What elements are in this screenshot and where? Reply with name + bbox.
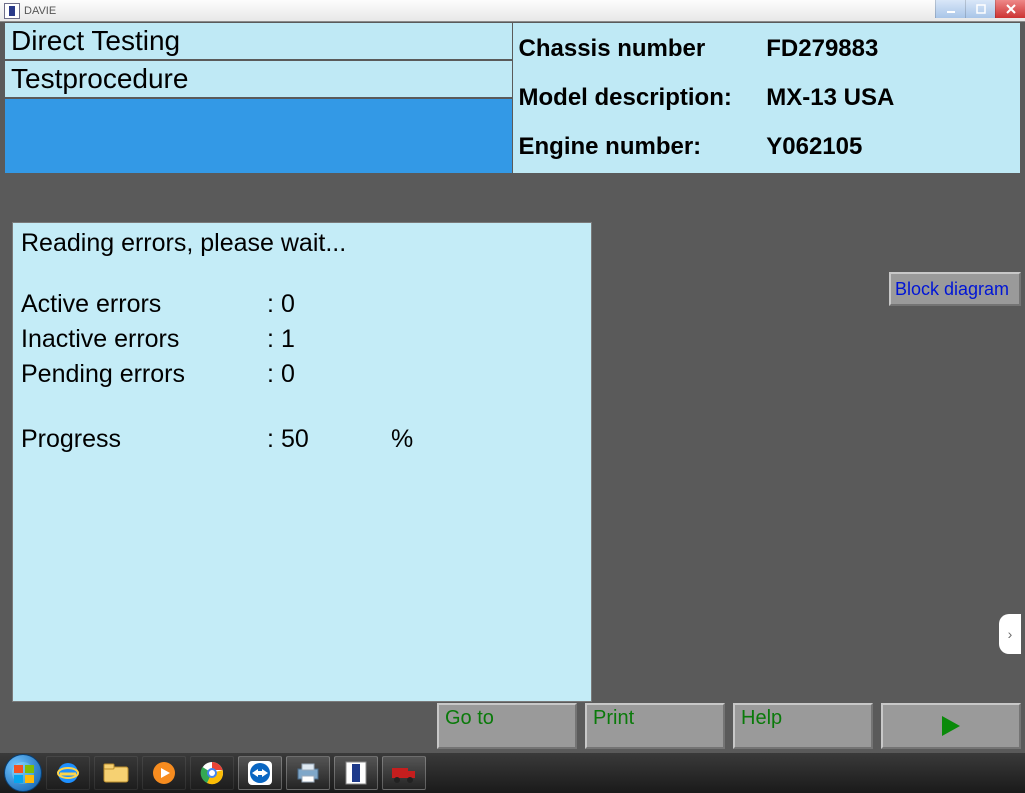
chevron-right-icon: › — [1008, 626, 1013, 642]
ie-icon — [55, 760, 81, 786]
window-titlebar: DAVIE — [0, 0, 1025, 22]
taskbar-truck[interactable] — [382, 756, 426, 790]
inactive-errors-label: Inactive errors — [21, 325, 267, 354]
taskbar-chrome[interactable] — [190, 756, 234, 790]
chassis-label: Chassis number — [519, 35, 767, 63]
pending-errors-label: Pending errors — [21, 360, 267, 389]
taskbar-printer[interactable] — [286, 756, 330, 790]
model-value: MX-13 USA — [766, 84, 1014, 112]
active-errors-value: 0 — [281, 290, 391, 319]
model-label: Model description: — [519, 84, 767, 112]
print-button[interactable]: Print — [585, 703, 725, 749]
window-close-button[interactable] — [995, 0, 1025, 18]
folder-icon — [103, 762, 129, 784]
chrome-icon — [200, 761, 224, 785]
start-button[interactable] — [4, 754, 42, 792]
goto-button[interactable]: Go to — [437, 703, 577, 749]
chassis-value: FD279883 — [766, 35, 1014, 63]
window-minimize-button[interactable] — [935, 0, 965, 18]
status-panel: Reading errors, please wait... Active er… — [12, 222, 592, 702]
taskbar-teamviewer[interactable] — [238, 756, 282, 790]
app-body: Direct Testing Testprocedure Chassis num… — [0, 22, 1025, 753]
play-button[interactable] — [881, 703, 1021, 749]
progress-label: Progress — [21, 425, 267, 454]
engine-label: Engine number: — [519, 133, 767, 161]
taskbar-davie[interactable] — [334, 756, 378, 790]
pending-errors-value: 0 — [281, 360, 391, 389]
block-diagram-button[interactable]: Block diagram — [889, 272, 1021, 306]
engine-value: Y062105 — [766, 133, 1014, 161]
header-left-row2: Testprocedure — [5, 61, 512, 99]
main-area: Reading errors, please wait... Active er… — [4, 194, 1021, 695]
window-maximize-button[interactable] — [965, 0, 995, 18]
truck-icon — [390, 762, 418, 784]
colon: : — [267, 360, 281, 389]
header-left-row1: Direct Testing — [5, 23, 512, 61]
printer-icon — [295, 762, 321, 784]
window-title: DAVIE — [24, 5, 56, 17]
play-icon — [938, 713, 964, 739]
header-right: Chassis number FD279883 Model descriptio… — [513, 22, 1022, 174]
progress-value: 50 — [281, 425, 391, 454]
taskbar-explorer[interactable] — [94, 756, 138, 790]
inactive-errors-value: 1 — [281, 325, 391, 354]
teamviewer-icon — [247, 760, 273, 786]
taskbar-ie[interactable] — [46, 756, 90, 790]
progress-unit: % — [391, 425, 421, 454]
active-errors-label: Active errors — [21, 290, 267, 319]
taskbar-mediaplayer[interactable] — [142, 756, 186, 790]
mediaplayer-icon — [152, 761, 176, 785]
status-heading: Reading errors, please wait... — [21, 229, 583, 258]
colon: : — [267, 425, 281, 454]
app-icon — [4, 3, 20, 19]
davie-icon — [345, 761, 367, 785]
header: Direct Testing Testprocedure Chassis num… — [4, 22, 1021, 174]
help-button[interactable]: Help — [733, 703, 873, 749]
side-expand-tab[interactable]: › — [999, 614, 1021, 654]
header-left: Direct Testing Testprocedure — [4, 22, 513, 174]
windows-logo-icon — [13, 763, 35, 785]
colon: : — [267, 325, 281, 354]
colon: : — [267, 290, 281, 319]
bottom-button-bar: Go to Print Help — [4, 703, 1021, 749]
header-left-selected[interactable] — [5, 99, 512, 173]
windows-taskbar — [0, 753, 1025, 793]
